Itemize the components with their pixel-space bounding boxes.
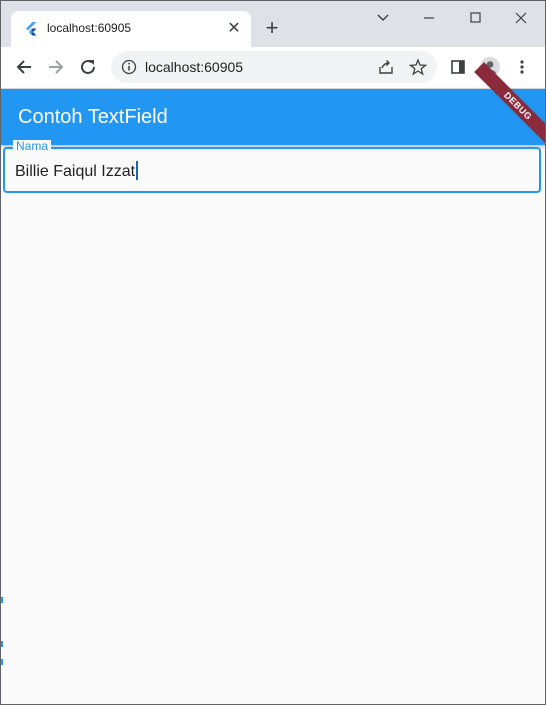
browser-toolbar: localhost:60905 xyxy=(1,47,545,89)
url-text[interactable]: localhost:60905 xyxy=(145,59,243,75)
close-icon[interactable]: ✕ xyxy=(225,20,243,38)
browser-window: localhost:60905 ✕ + localhost:60905 Cont… xyxy=(0,0,546,705)
side-panel-icon[interactable] xyxy=(449,58,467,76)
maximize-icon[interactable] xyxy=(463,7,487,29)
edge-mark xyxy=(1,659,3,665)
app-bar: Contoh TextField DEBUG xyxy=(1,62,545,150)
name-field-value[interactable]: Billie Faiqul Izzat xyxy=(15,163,135,180)
minimize-icon[interactable] xyxy=(417,7,441,29)
more-vert-icon[interactable] xyxy=(513,58,531,76)
share-icon[interactable] xyxy=(377,58,395,76)
star-icon[interactable] xyxy=(409,58,427,76)
plus-icon[interactable]: + xyxy=(261,17,283,40)
text-cursor xyxy=(136,161,138,180)
edge-mark xyxy=(1,597,3,603)
forward-arrow-icon[interactable] xyxy=(45,56,67,78)
info-icon[interactable] xyxy=(121,59,137,75)
app-title: Contoh TextField xyxy=(18,106,168,128)
edge-mark xyxy=(1,641,3,647)
tab-strip: localhost:60905 ✕ + xyxy=(1,1,545,47)
name-field-value-wrap[interactable]: Billie Faiqul Izzat xyxy=(15,161,138,181)
flutter-icon xyxy=(26,22,37,36)
name-text-field[interactable]: Nama Billie Faiqul Izzat xyxy=(3,140,541,193)
back-arrow-icon[interactable] xyxy=(13,56,35,78)
browser-tab[interactable]: localhost:60905 ✕ xyxy=(11,11,251,47)
close-window-icon[interactable] xyxy=(509,7,533,29)
tab-title: localhost:60905 xyxy=(47,21,132,35)
reload-icon[interactable] xyxy=(77,56,99,78)
chevron-down-icon[interactable] xyxy=(371,7,395,29)
name-field-label: Nama xyxy=(13,140,52,152)
address-bar[interactable]: localhost:60905 xyxy=(111,51,437,83)
